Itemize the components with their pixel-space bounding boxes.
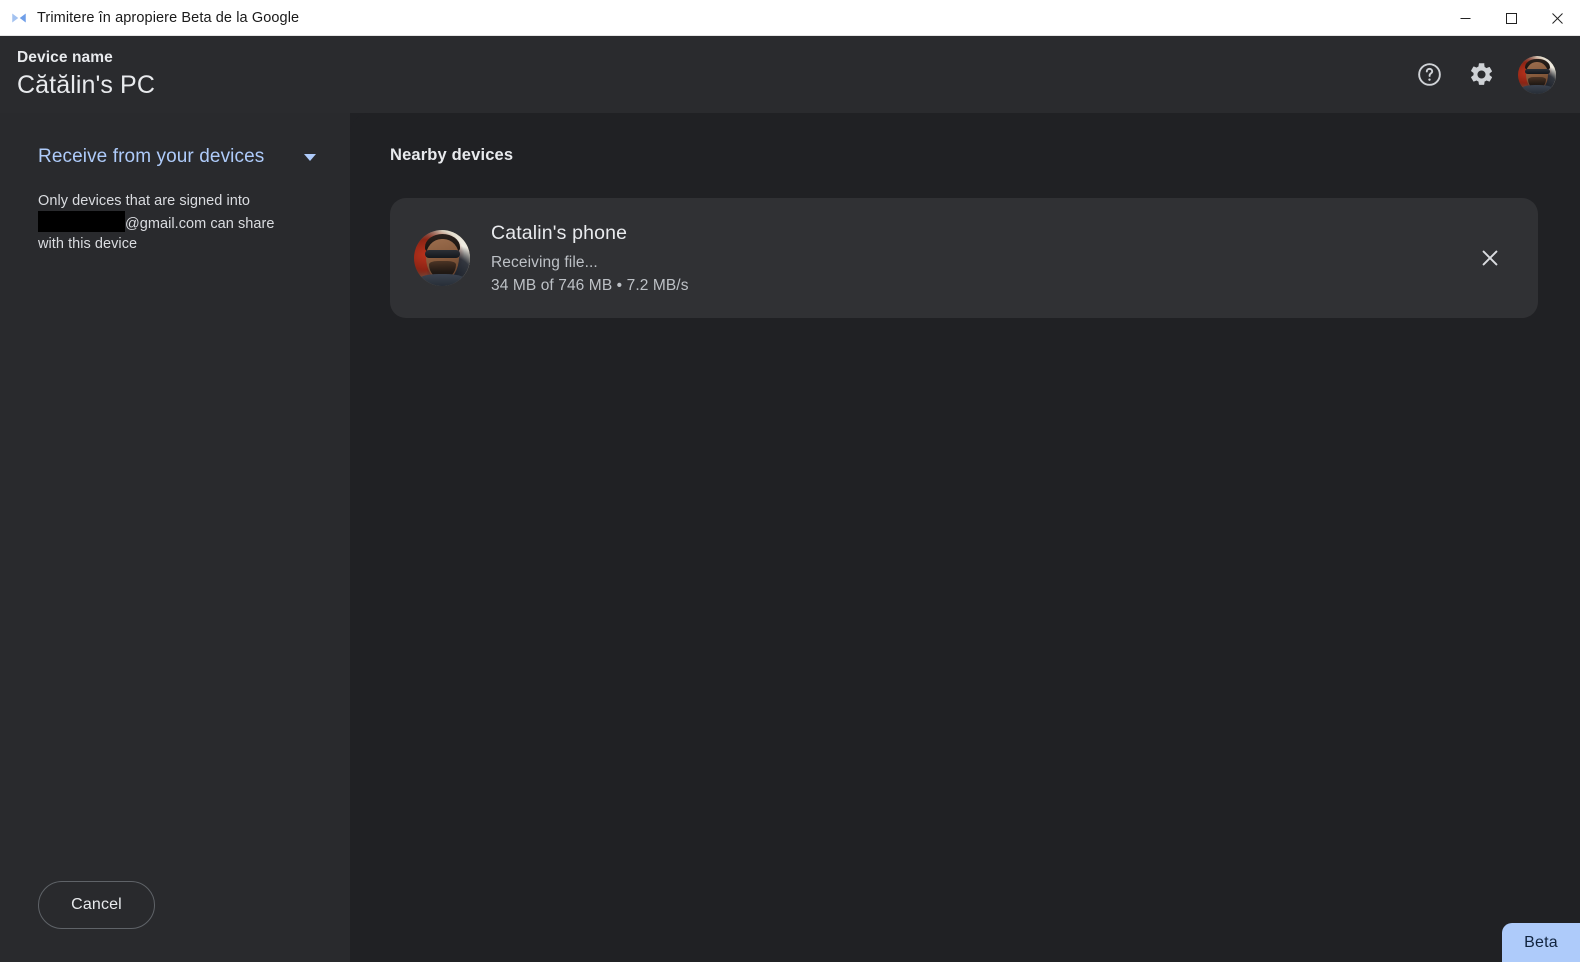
avatar-shirt [1520, 85, 1554, 94]
app-header: Device name Cătălin's PC [0, 36, 1580, 113]
cancel-button[interactable]: Cancel [38, 881, 155, 929]
avatar-glasses [1525, 68, 1550, 75]
app-window: Trimitere în apropiere Beta de la Google [0, 0, 1580, 962]
contact-avatar [414, 230, 470, 286]
device-card-progress: 34 MB of 746 MB • 7.2 MB/s [491, 276, 689, 294]
chevron-down-icon [304, 153, 317, 161]
nearby-share-icon [10, 9, 28, 27]
close-window-button[interactable] [1534, 0, 1580, 36]
maximize-button[interactable] [1488, 0, 1534, 36]
device-name-label: Device name [17, 49, 113, 66]
visibility-mode-label: Receive from your devices [38, 146, 265, 167]
visibility-mode-dropdown[interactable]: Receive from your devices [38, 146, 317, 168]
minimize-button[interactable] [1442, 0, 1488, 36]
avatar-photo [1518, 55, 1556, 94]
device-card-info: Catalin's phone Receiving file... 34 MB … [491, 220, 1470, 297]
user-avatar[interactable] [1518, 55, 1556, 94]
avatar-glasses [424, 249, 461, 258]
gear-icon[interactable] [1466, 60, 1496, 90]
description-prefix: Only devices that are signed into [38, 193, 251, 209]
window-controls [1442, 0, 1580, 36]
device-card-name: Catalin's phone [491, 221, 628, 244]
avatar-shirt [417, 273, 467, 286]
avatar-photo [414, 230, 470, 286]
beta-badge[interactable]: Beta [1502, 923, 1580, 962]
main-panel: Nearby devices Catalin's phone Receiving… [350, 113, 1580, 962]
device-card-status: Receiving file... [491, 253, 598, 271]
sidebar: Receive from your devices Only devices t… [0, 113, 350, 962]
visibility-mode-description: Only devices that are signed into @gmail… [38, 191, 296, 255]
window-titlebar: Trimitere în apropiere Beta de la Google [0, 0, 1580, 36]
nearby-devices-heading: Nearby devices [390, 146, 514, 164]
header-actions [1414, 36, 1556, 113]
window-title: Trimitere în apropiere Beta de la Google [37, 9, 300, 26]
redacted-email-bar [38, 211, 125, 233]
device-name-value: Cătălin's PC [17, 71, 155, 99]
device-name-block: Device name Cătălin's PC [17, 48, 155, 102]
help-icon[interactable] [1414, 60, 1444, 90]
close-icon[interactable] [1470, 238, 1510, 278]
nearby-device-card[interactable]: Catalin's phone Receiving file... 34 MB … [390, 198, 1538, 318]
